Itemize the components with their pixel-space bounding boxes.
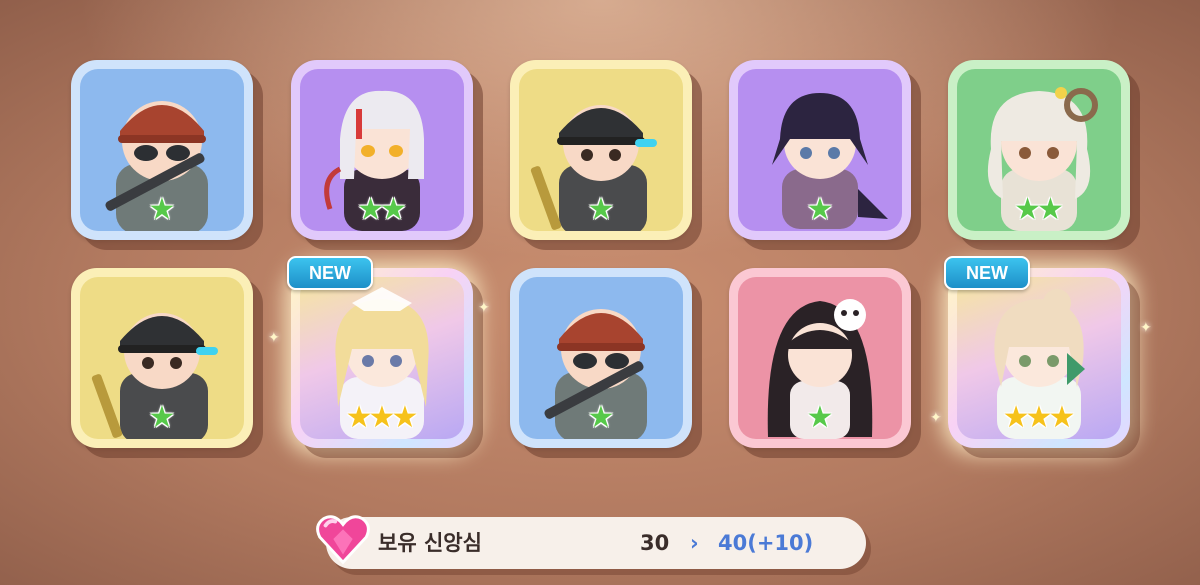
character-card[interactable]: ★★	[948, 60, 1130, 240]
faith-next-value: 40(+10)	[718, 531, 814, 555]
character-card[interactable]: ★	[510, 60, 692, 240]
sparkle-icon: ✦	[268, 330, 280, 346]
star-icon: ★	[587, 400, 615, 435]
heart-gem-icon	[316, 515, 370, 565]
star-icon: ★	[806, 192, 834, 227]
faith-status-bar: 보유 신앙심 30 › 40(+10)	[326, 517, 866, 569]
star-rating: ★★	[300, 195, 464, 225]
star-rating: ★	[519, 403, 683, 433]
star-rating: ★	[738, 403, 902, 433]
star-rating: ★	[80, 195, 244, 225]
character-card[interactable]: ★★	[291, 60, 473, 240]
star-rating: ★	[519, 195, 683, 225]
star-icon: ★	[587, 192, 615, 227]
star-rating: ★★★	[957, 403, 1121, 433]
character-card[interactable]: ★	[729, 60, 911, 240]
star-icon: ★	[380, 192, 407, 227]
star-icon: ★	[148, 400, 176, 435]
star-icon: ★	[1048, 400, 1076, 435]
character-card[interactable]: ★★★ NEW	[944, 256, 1130, 448]
character-card[interactable]: ★★★ NEW	[287, 256, 473, 448]
character-card[interactable]: ★	[729, 268, 911, 448]
faith-current-value: 30	[640, 531, 670, 555]
new-badge: NEW	[944, 256, 1030, 290]
sparkle-icon: ✦	[1140, 320, 1152, 336]
character-card[interactable]: ★	[71, 268, 253, 448]
star-icon: ★	[148, 192, 176, 227]
sparkle-icon: ✦	[930, 410, 942, 426]
star-icon: ★	[806, 400, 834, 435]
star-icon: ★	[1037, 192, 1064, 227]
star-rating: ★	[80, 403, 244, 433]
new-badge: NEW	[287, 256, 373, 290]
character-result-grid: ★ ★★ ★ ★ ★★ ★ ★★★ NEW ★ ★ ★★★ NEW ✦ ✦ ✦ …	[0, 0, 1200, 585]
faith-label: 보유 신앙심	[378, 531, 482, 555]
star-rating: ★★	[957, 195, 1121, 225]
sparkle-icon: ✦	[478, 300, 490, 316]
star-rating: ★★★	[300, 403, 464, 433]
arrow-right-icon: ›	[690, 531, 699, 555]
star-icon: ★	[391, 400, 419, 435]
character-card[interactable]: ★	[71, 60, 253, 240]
character-card[interactable]: ★	[510, 268, 692, 448]
star-rating: ★	[738, 195, 902, 225]
